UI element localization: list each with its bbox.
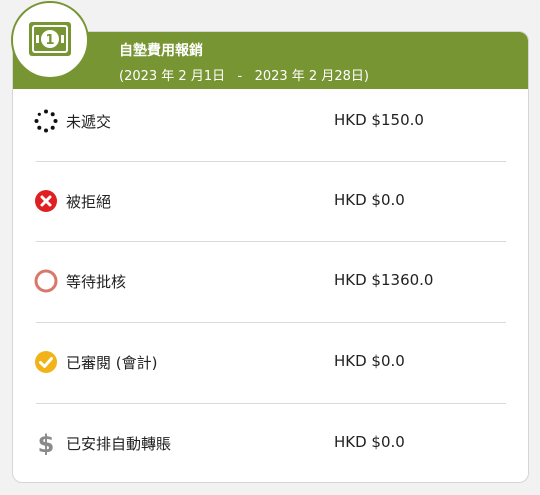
status-row-unsubmitted[interactable]: 未遞交 HKD $150.0 bbox=[12, 82, 529, 162]
status-label: 未遞交 bbox=[66, 113, 112, 131]
badge: 1 bbox=[11, 1, 89, 79]
dollar-icon: $ bbox=[38, 431, 55, 455]
status-label: 已安排自動轉賬 bbox=[66, 435, 172, 453]
status-row-rejected[interactable]: 被拒絕 HKD $0.0 bbox=[12, 162, 529, 242]
x-circle-icon bbox=[35, 190, 57, 212]
status-row-autopay[interactable]: $ 已安排自動轉賬 HKD $0.0 bbox=[12, 404, 529, 484]
status-row-reviewed[interactable]: 已審閱 (會計) HKD $0.0 bbox=[12, 323, 529, 403]
loading-dots-icon bbox=[34, 109, 58, 133]
status-label: 等待批核 bbox=[66, 273, 127, 291]
svg-text:1: 1 bbox=[45, 33, 54, 48]
status-row-pending[interactable]: 等待批核 HKD $1360.0 bbox=[12, 242, 529, 322]
status-amount: HKD $150.0 bbox=[334, 111, 424, 129]
status-amount: HKD $1360.0 bbox=[334, 271, 434, 289]
ring-icon bbox=[34, 269, 58, 293]
status-label: 已審閱 (會計) bbox=[66, 354, 158, 372]
status-amount: HKD $0.0 bbox=[334, 352, 405, 370]
status-amount: HKD $0.0 bbox=[334, 433, 405, 451]
banknote-icon: 1 bbox=[29, 22, 71, 56]
card-title: 自墊費用報銷 bbox=[119, 43, 203, 59]
status-label: 被拒絕 bbox=[66, 193, 112, 211]
svg-text:$: $ bbox=[38, 431, 55, 455]
status-amount: HKD $0.0 bbox=[334, 191, 405, 209]
card-header: 自墊費用報銷 (2023 年 2 月1日 - 2023 年 2 月28日) bbox=[13, 32, 528, 89]
check-circle-icon bbox=[35, 351, 57, 373]
